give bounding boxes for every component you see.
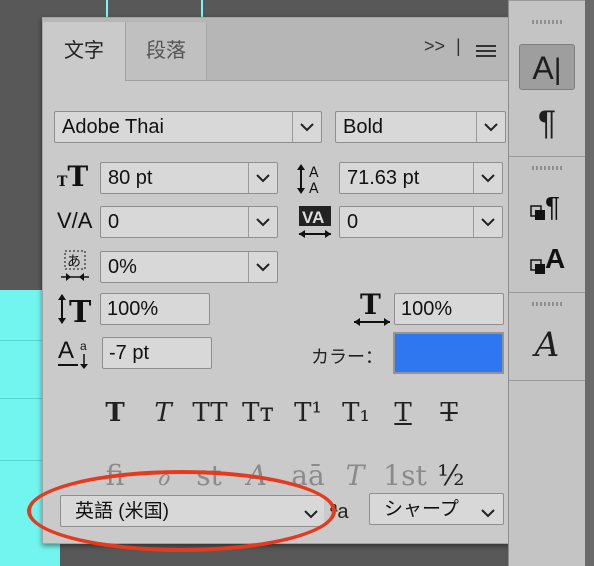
strikethrough-button[interactable]: T <box>431 398 467 428</box>
chevron-down-icon[interactable] <box>248 163 277 193</box>
titling-alternates-button[interactable]: T <box>337 458 373 494</box>
highlight-ellipse <box>27 470 336 552</box>
fractions-button[interactable]: ½ <box>433 458 469 494</box>
all-caps-button[interactable]: TT <box>187 398 233 428</box>
tab-character[interactable]: 文字 <box>43 22 126 81</box>
ordinals-button[interactable]: 1st <box>379 458 431 494</box>
svg-text:あ: あ <box>67 253 81 269</box>
chevron-down-icon[interactable] <box>473 207 502 237</box>
subscript-button[interactable]: T₁ <box>335 398 377 428</box>
collapse-panel-button[interactable]: >> <box>424 36 445 57</box>
panel-menu-icon[interactable] <box>476 45 496 60</box>
tracking-select[interactable]: 0 <box>339 206 503 238</box>
horizontal-scale-icon: T <box>352 288 392 333</box>
faux-italic-button[interactable]: T <box>145 398 181 428</box>
tab-paragraph[interactable]: 段落 <box>126 22 207 80</box>
chevron-down-icon[interactable] <box>248 252 277 282</box>
font-size-icon: TT <box>57 160 89 193</box>
tracking-icon: VA <box>297 206 333 247</box>
panel-dock: A| ¶ ¶ A A <box>508 0 594 566</box>
leading-select[interactable]: 71.63 pt <box>339 162 503 194</box>
svg-text:A: A <box>309 181 319 196</box>
color-swatch[interactable] <box>393 332 504 374</box>
small-caps-button[interactable]: Tт <box>237 398 279 428</box>
antialias-select[interactable]: シャープ <box>369 493 504 525</box>
svg-text:¶: ¶ <box>545 191 560 222</box>
chevron-down-icon[interactable] <box>292 112 321 142</box>
kerning-icon: V/A <box>57 208 93 233</box>
vertical-scale-input[interactable]: 100% <box>100 293 210 325</box>
chevron-down-icon[interactable] <box>481 505 495 523</box>
svg-text:A: A <box>309 165 319 181</box>
glyphs-icon[interactable]: A <box>519 322 575 368</box>
kerning-select[interactable]: 0 <box>100 206 278 238</box>
svg-text:VA: VA <box>302 208 324 227</box>
divider: | <box>456 36 461 56</box>
baseline-shift-icon: Aa <box>58 336 94 375</box>
character-styles-icon[interactable]: A <box>519 240 575 286</box>
svg-text:a: a <box>80 339 87 353</box>
font-family-select[interactable]: Adobe Thai <box>54 111 322 143</box>
svg-text:A: A <box>58 337 74 364</box>
superscript-button[interactable]: T¹ <box>287 398 329 428</box>
dock-column: A| ¶ ¶ A A <box>508 0 585 566</box>
paragraph-panel-icon[interactable]: ¶ <box>519 100 575 146</box>
chevron-down-icon[interactable] <box>476 112 505 142</box>
tsume-select[interactable]: 0% <box>100 251 278 283</box>
svg-text:T: T <box>360 290 381 321</box>
font-style-select[interactable]: Bold <box>335 111 506 143</box>
leading-icon: AA <box>297 162 331 198</box>
color-label: カラー： <box>311 347 383 367</box>
font-size-select[interactable]: 80 pt <box>100 162 278 194</box>
chevron-down-icon[interactable] <box>473 163 502 193</box>
underline-button[interactable]: T <box>385 398 421 428</box>
baseline-shift-input[interactable]: -7 pt <box>102 337 212 369</box>
chevron-down-icon[interactable] <box>248 207 277 237</box>
faux-bold-button[interactable]: T <box>97 398 133 428</box>
dock-edge <box>585 0 594 566</box>
horizontal-scale-input[interactable]: 100% <box>394 293 504 325</box>
tsume-icon: あ <box>61 250 91 287</box>
svg-text:T: T <box>69 295 92 326</box>
character-panel-icon[interactable]: A| <box>519 44 575 90</box>
paragraph-styles-icon[interactable]: ¶ <box>519 186 575 232</box>
vertical-scale-icon: T <box>57 292 95 331</box>
panel-tab-bar: 文字 段落 >> | <box>43 18 509 81</box>
svg-text:A: A <box>545 243 565 274</box>
character-panel: 文字 段落 >> | Adobe Thai Bold TT 80 pt AA 7… <box>42 17 510 544</box>
